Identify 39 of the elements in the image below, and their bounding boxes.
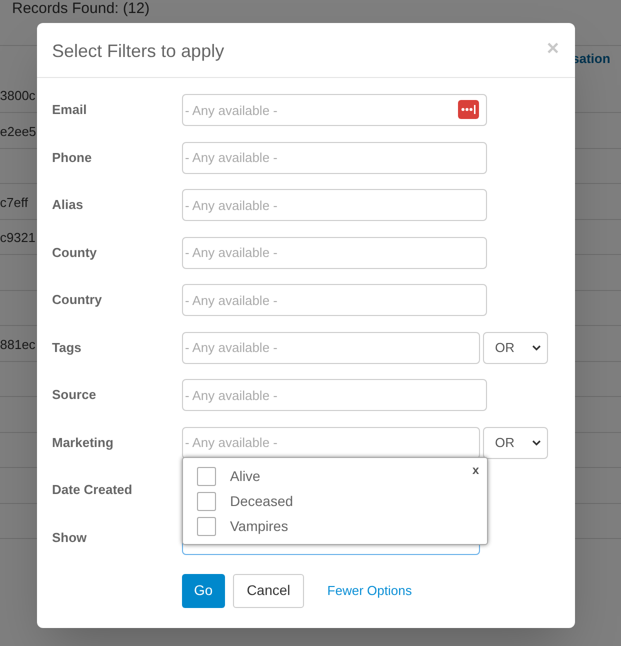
filter-label: Show (52, 528, 88, 547)
fewer-options-link[interactable]: Fewer Options (327, 580, 412, 600)
operator-select[interactable]: OR (483, 332, 548, 364)
input-field[interactable]: - Any available - (182, 94, 487, 126)
checkbox[interactable] (197, 516, 216, 536)
filter-label: Date Created (52, 481, 134, 500)
input-field[interactable]: - Any available - (182, 142, 487, 174)
checkbox[interactable] (197, 492, 216, 510)
input-field[interactable]: - Any available - (182, 189, 487, 221)
go-button[interactable]: Go (182, 574, 225, 608)
table-cell-text: 881ec (0, 336, 36, 354)
chevron-down-icon (532, 440, 541, 446)
filter-label: County (52, 244, 98, 262)
filter-label: Email (52, 101, 88, 120)
filter-label: Source (52, 386, 98, 404)
cancel-button[interactable]: Cancel (232, 574, 304, 608)
filter-label: Marketing (52, 434, 114, 452)
table-cell-text: 3800c (0, 87, 36, 105)
dialog-title: Select Filters to apply (52, 40, 224, 63)
table-cell-text: c7eff (0, 194, 28, 212)
option-label[interactable]: Deceased (230, 490, 294, 512)
password-dots-icon[interactable] (458, 100, 479, 119)
filter-label: Tags (52, 338, 82, 357)
input-field[interactable]: - Any available - (182, 332, 480, 364)
close-button[interactable]: x (472, 461, 479, 479)
checkbox[interactable] (197, 466, 216, 486)
option-label[interactable]: Alive (230, 466, 260, 486)
table-cell-text: c9321 (0, 229, 36, 247)
filter-label: Country (52, 291, 103, 310)
table-cell-text: e2ee5 (0, 122, 36, 140)
input-field[interactable]: - Any available - (182, 379, 487, 411)
input-field[interactable]: - Any available - (182, 236, 487, 268)
filter-label: Phone (52, 148, 93, 167)
chevron-down-icon (532, 344, 541, 350)
input-field[interactable]: - Any available - (182, 284, 487, 316)
filter-label: Alias (52, 196, 84, 214)
records-found-text: Records Found: (12) (12, 0, 150, 18)
operator-select[interactable]: OR (483, 426, 548, 458)
option-label[interactable]: Vampires (230, 516, 288, 536)
